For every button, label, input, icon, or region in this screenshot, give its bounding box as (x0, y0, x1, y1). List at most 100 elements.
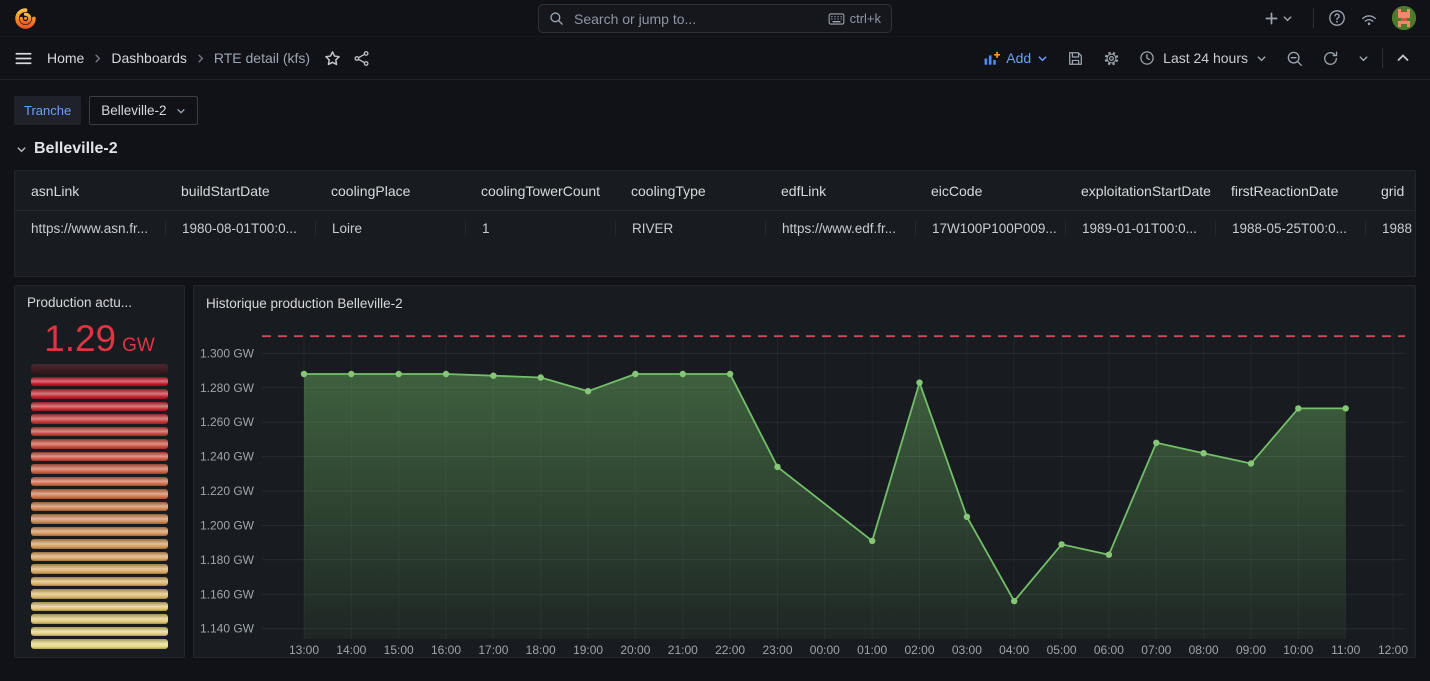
svg-text:12:00: 12:00 (1378, 643, 1408, 657)
led-gauge-segment (31, 502, 168, 512)
time-series-plot[interactable]: 1.140 GW1.160 GW1.180 GW1.200 GW1.220 GW… (194, 331, 1415, 661)
table-cell: 1989-01-01T00:0... (1065, 221, 1215, 236)
table-cell: Loire (315, 221, 465, 236)
mega-menu-icon[interactable] (14, 49, 33, 68)
svg-text:1.300 GW: 1.300 GW (200, 346, 255, 360)
table-column-header[interactable]: eicCode (915, 183, 1065, 199)
led-gauge-segment (31, 377, 168, 387)
row-section-header[interactable]: Belleville-2 (16, 140, 118, 158)
table-column-header[interactable]: firstReactionDate (1215, 183, 1365, 199)
led-gauge-segment (31, 539, 168, 549)
svg-text:1.200 GW: 1.200 GW (200, 518, 255, 532)
svg-text:03:00: 03:00 (952, 643, 982, 657)
table-column-header[interactable]: coolingPlace (315, 183, 465, 199)
svg-text:20:00: 20:00 (620, 643, 650, 657)
save-dashboard-button[interactable] (1061, 46, 1090, 71)
dashboard-settings-button[interactable] (1097, 46, 1126, 71)
table-cell: 1988 (1365, 221, 1415, 236)
table-cell: 17W100P100P009... (915, 221, 1065, 236)
share-dashboard-button[interactable] (347, 46, 376, 71)
svg-text:16:00: 16:00 (431, 643, 461, 657)
table-column-header[interactable]: coolingType (615, 183, 765, 199)
led-gauge-segment (31, 452, 168, 462)
led-gauge-segment (31, 627, 168, 637)
table-column-header[interactable]: asnLink (15, 183, 165, 199)
time-range-picker[interactable]: Last 24 hours (1133, 46, 1273, 70)
breadcrumb-dashboards[interactable]: Dashboards (111, 50, 187, 66)
led-gauge-segment (31, 364, 168, 374)
user-avatar[interactable] (1392, 6, 1416, 30)
table-column-header[interactable]: grid (1365, 183, 1415, 199)
svg-text:17:00: 17:00 (478, 643, 508, 657)
svg-text:1.180 GW: 1.180 GW (200, 553, 255, 567)
production-gauge-panel: Production actu... 1.29 GW (14, 285, 185, 658)
panel-title-production[interactable]: Production actu... (27, 295, 176, 310)
search-icon (549, 11, 564, 26)
svg-text:02:00: 02:00 (904, 643, 934, 657)
led-gauge-segment (31, 439, 168, 449)
nav-divider (1313, 8, 1314, 28)
help-icon[interactable] (1328, 9, 1346, 27)
svg-text:06:00: 06:00 (1094, 643, 1124, 657)
chevron-down-icon (16, 144, 27, 155)
zoom-out-time-button[interactable] (1280, 46, 1309, 71)
gauge-value-unit: GW (122, 335, 155, 357)
star-dashboard-button[interactable] (318, 46, 347, 71)
refresh-button[interactable] (1316, 46, 1345, 71)
reactor-info-table: asnLinkbuildStartDatecoolingPlacecooling… (15, 171, 1415, 276)
table-cell: 1988-05-25T00:0... (1215, 221, 1365, 236)
svg-text:09:00: 09:00 (1236, 643, 1266, 657)
led-gauge-segment (31, 614, 168, 624)
svg-text:21:00: 21:00 (668, 643, 698, 657)
svg-text:05:00: 05:00 (1047, 643, 1077, 657)
variable-label-tranche: Tranche (14, 96, 81, 125)
svg-text:13:00: 13:00 (289, 643, 319, 657)
table-body: https://www.asn.fr...1980-08-01T00:0...L… (15, 210, 1415, 246)
led-gauge-segment (31, 389, 168, 399)
led-gauge-segment (31, 589, 168, 599)
svg-text:1.260 GW: 1.260 GW (200, 415, 255, 429)
collapse-toolbar-button[interactable] (1390, 47, 1416, 69)
chevron-right-icon (195, 53, 206, 64)
add-button-label: Add (1006, 50, 1031, 66)
svg-text:07:00: 07:00 (1141, 643, 1171, 657)
panel-title-history[interactable]: Historique production Belleville-2 (206, 296, 403, 311)
keyboard-icon (828, 12, 845, 26)
reactor-info-table-panel: asnLinkbuildStartDatecoolingPlacecooling… (14, 170, 1416, 277)
svg-text:04:00: 04:00 (999, 643, 1029, 657)
search-input[interactable] (572, 10, 820, 28)
svg-text:14:00: 14:00 (336, 643, 366, 657)
table-cell: 1980-08-01T00:0... (165, 221, 315, 236)
history-chart-panel: Historique production Belleville-2 1.140… (193, 285, 1416, 658)
table-column-header[interactable]: coolingTowerCount (465, 183, 615, 199)
led-gauge-segment (31, 602, 168, 612)
table-column-header[interactable]: buildStartDate (165, 183, 315, 199)
new-menu-button[interactable] (1258, 7, 1299, 30)
table-column-header[interactable]: edfLink (765, 183, 915, 199)
chevron-up-icon (1396, 51, 1410, 65)
svg-text:15:00: 15:00 (384, 643, 414, 657)
led-gauge-segment (31, 477, 168, 487)
news-rss-icon[interactable] (1360, 9, 1378, 27)
clock-icon (1139, 50, 1155, 66)
global-search[interactable]: ctrl+k (538, 4, 892, 33)
dashboard-variables: Tranche Belleville-2 (14, 96, 198, 125)
table-header-row: asnLinkbuildStartDatecoolingPlacecooling… (15, 171, 1415, 210)
led-gauge-segment (31, 489, 168, 499)
variable-value-dropdown[interactable]: Belleville-2 (89, 96, 197, 125)
svg-text:23:00: 23:00 (762, 643, 792, 657)
table-column-header[interactable]: exploitationStartDate (1065, 183, 1215, 199)
search-shortcut: ctrl+k (828, 11, 881, 26)
add-panel-button[interactable]: Add (977, 46, 1054, 71)
led-gauge-segment (31, 402, 168, 412)
breadcrumb-home[interactable]: Home (47, 50, 84, 66)
svg-text:1.280 GW: 1.280 GW (200, 381, 255, 395)
gauge-value: 1.29 GW (15, 318, 184, 360)
breadcrumb: Home Dashboards RTE detail (kfs) (47, 50, 310, 66)
grafana-logo[interactable] (14, 7, 37, 30)
svg-text:1.220 GW: 1.220 GW (200, 484, 255, 498)
chevron-down-icon (1358, 53, 1369, 64)
svg-text:19:00: 19:00 (573, 643, 603, 657)
led-gauge-segment (31, 577, 168, 587)
refresh-interval-dropdown[interactable] (1352, 49, 1375, 68)
